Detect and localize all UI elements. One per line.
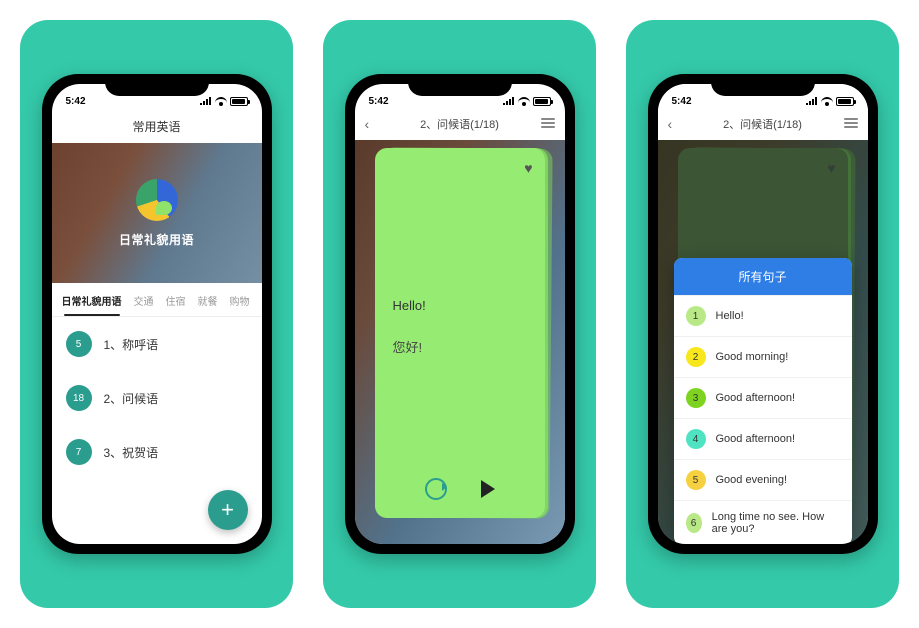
screen-home: 5:42 常用英语 日常礼貌用语 日常礼貌用语 交通 住宿 就餐 购物 旅 xyxy=(52,84,262,544)
sentence-number: 5 xyxy=(686,470,706,490)
battery-icon xyxy=(836,97,854,106)
count-badge: 18 xyxy=(66,385,92,411)
showcase-panel-1: 5:42 常用英语 日常礼貌用语 日常礼貌用语 交通 住宿 就餐 购物 旅 xyxy=(20,20,293,608)
tab-lodging[interactable]: 住宿 xyxy=(160,283,192,316)
notch xyxy=(105,74,209,96)
flashcard-stage-dimmed: ♥ 所有句子 1 Hello! 2 Good xyxy=(658,140,868,544)
english-text: Hello! xyxy=(393,298,533,313)
count-badge: 5 xyxy=(66,331,92,357)
status-indicators xyxy=(200,97,248,106)
phone-frame: 5:42 常用英语 日常礼貌用语 日常礼貌用语 交通 住宿 就餐 购物 旅 xyxy=(42,74,272,554)
page-title: 常用英语 xyxy=(52,114,262,143)
battery-icon xyxy=(533,97,551,106)
list-item[interactable]: 5 1、称呼语 xyxy=(52,317,262,371)
screen-flashcard: 5:42 ‹ 2、问候语(1/18) ♥ Hello! xyxy=(355,84,565,544)
nav-title: 2、问候语(1/18) xyxy=(383,116,537,132)
sentence-number: 6 xyxy=(686,513,702,533)
flashcard-stage[interactable]: ♥ Hello! 您好! xyxy=(355,140,565,544)
hamburger-icon xyxy=(844,118,858,128)
chinese-text: 您好! xyxy=(393,337,533,356)
flashcard[interactable]: ♥ Hello! 您好! xyxy=(375,148,545,518)
sentence-text: Good evening! xyxy=(716,474,788,486)
sentence-item[interactable]: 6 Long time no see. How are you? xyxy=(674,500,852,544)
notch xyxy=(408,74,512,96)
sentence-item[interactable]: 3 Good afternoon! xyxy=(674,377,852,418)
sentence-item[interactable]: 1 Hello! xyxy=(674,295,852,336)
sentence-number: 1 xyxy=(686,306,706,326)
status-time: 5:42 xyxy=(369,96,389,107)
category-tabs[interactable]: 日常礼貌用语 交通 住宿 就餐 购物 旅 xyxy=(52,283,262,317)
signal-icon xyxy=(806,97,818,105)
tab-transport[interactable]: 交通 xyxy=(128,283,160,316)
sentence-item[interactable]: 2 Good morning! xyxy=(674,336,852,377)
sentence-sheet: 所有句子 1 Hello! 2 Good morning! 3 Good aft… xyxy=(674,258,852,544)
status-time: 5:42 xyxy=(672,96,692,107)
sentence-item[interactable]: 5 Good evening! xyxy=(674,459,852,500)
tab-travel[interactable]: 旅 xyxy=(256,283,262,316)
list-item[interactable]: 18 2、问候语 xyxy=(52,371,262,425)
phone-frame: 5:42 ‹ 2、问候语(1/18) ♥ xyxy=(648,74,878,554)
sentence-text: Good afternoon! xyxy=(716,433,796,445)
repeat-button[interactable] xyxy=(425,478,447,500)
sentence-item[interactable]: 4 Good afternoon! xyxy=(674,418,852,459)
list-item-label: 1、称呼语 xyxy=(104,336,159,353)
status-indicators xyxy=(806,97,854,106)
status-indicators xyxy=(503,97,551,106)
sentence-text: Long time no see. How are you? xyxy=(712,511,840,535)
sentence-number: 3 xyxy=(686,388,706,408)
wifi-icon xyxy=(518,97,530,106)
list-item-label: 3、祝贺语 xyxy=(104,444,159,461)
nav-title: 2、问候语(1/18) xyxy=(686,116,840,132)
signal-icon xyxy=(200,97,212,105)
menu-button[interactable] xyxy=(840,118,858,131)
showcase-panel-3: 5:42 ‹ 2、问候语(1/18) ♥ xyxy=(626,20,899,608)
sentence-text: Good afternoon! xyxy=(716,392,796,404)
wifi-icon xyxy=(215,97,227,106)
tab-shopping[interactable]: 购物 xyxy=(224,283,256,316)
sentence-number: 4 xyxy=(686,429,706,449)
count-badge: 7 xyxy=(66,439,92,465)
menu-button[interactable] xyxy=(537,118,555,131)
sentence-text: Hello! xyxy=(716,310,744,322)
wifi-icon xyxy=(821,97,833,106)
status-time: 5:42 xyxy=(66,96,86,107)
play-button[interactable] xyxy=(481,480,495,498)
favorite-button[interactable]: ♥ xyxy=(524,160,532,176)
hamburger-icon xyxy=(541,118,555,128)
tab-dining[interactable]: 就餐 xyxy=(192,283,224,316)
playback-controls xyxy=(387,478,533,506)
app-logo-icon xyxy=(136,179,178,221)
notch xyxy=(711,74,815,96)
showcase-panel-2: 5:42 ‹ 2、问候语(1/18) ♥ Hello! xyxy=(323,20,596,608)
back-button[interactable]: ‹ xyxy=(365,116,383,132)
nav-bar: ‹ 2、问候语(1/18) xyxy=(658,114,868,140)
sentence-number: 2 xyxy=(686,347,706,367)
list-item-label: 2、问候语 xyxy=(104,390,159,407)
phone-frame: 5:42 ‹ 2、问候语(1/18) ♥ Hello! xyxy=(345,74,575,554)
sentence-text: Good morning! xyxy=(716,351,789,363)
sheet-title: 所有句子 xyxy=(674,258,852,295)
tab-polite[interactable]: 日常礼貌用语 xyxy=(56,283,128,316)
hero-title: 日常礼貌用语 xyxy=(119,231,194,248)
list-item[interactable]: 7 3、祝贺语 xyxy=(52,425,262,479)
battery-icon xyxy=(230,97,248,106)
signal-icon xyxy=(503,97,515,105)
back-button[interactable]: ‹ xyxy=(668,116,686,132)
hero-banner: 日常礼貌用语 xyxy=(52,143,262,283)
add-button[interactable]: + xyxy=(208,490,248,530)
screen-sentence-list: 5:42 ‹ 2、问候语(1/18) ♥ xyxy=(658,84,868,544)
card-content: Hello! 您好! xyxy=(387,176,533,478)
nav-bar: ‹ 2、问候语(1/18) xyxy=(355,114,565,140)
